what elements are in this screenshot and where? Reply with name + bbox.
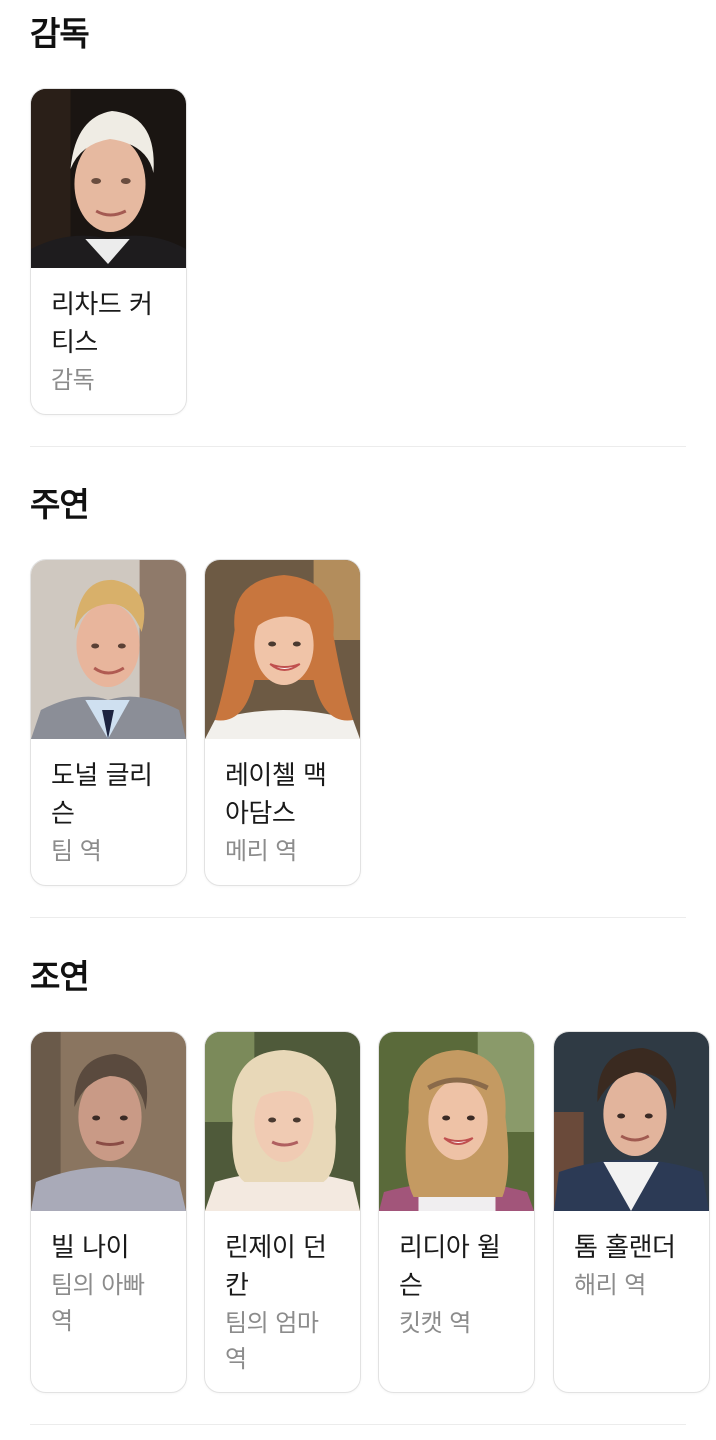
- person-photo: [31, 560, 186, 739]
- person-card-lindsay-duncan[interactable]: 린제이 던 칸 팀의 엄마 역: [204, 1031, 361, 1393]
- person-role: 팀 역: [51, 837, 102, 865]
- person-name: 빌 나이: [51, 1233, 130, 1263]
- section-divider: [30, 1424, 686, 1425]
- person-name: 리차드 커 티스: [51, 290, 153, 358]
- person-card-lydia-wilson[interactable]: 리디아 윌 슨 킷캣 역: [378, 1031, 535, 1393]
- person-role: 메리 역: [225, 837, 297, 865]
- person-role: 해리 역: [574, 1271, 646, 1299]
- person-name: 리디아 윌 슨: [399, 1233, 501, 1301]
- person-card-rachel-mcadams[interactable]: 레이첼 맥 아담스 메리 역: [204, 559, 361, 886]
- person-card-richard-curtis[interactable]: 리차드 커 티스 감독: [30, 88, 187, 415]
- person-role: 감독: [51, 366, 95, 394]
- person-photo: [205, 1032, 360, 1211]
- person-card-bill-nighy[interactable]: 빌 나이 팀의 아빠 역: [30, 1031, 187, 1393]
- person-photo: [554, 1032, 709, 1211]
- section-title-director: 감독: [30, 14, 90, 53]
- person-photo: [31, 89, 186, 268]
- person-name: 레이첼 맥 아담스: [225, 761, 327, 829]
- person-card-domhnall-gleeson[interactable]: 도널 글리 슨 팀 역: [30, 559, 187, 886]
- person-name: 톰 홀랜더: [574, 1233, 676, 1263]
- person-name: 도널 글리 슨: [51, 761, 153, 829]
- person-photo: [205, 560, 360, 739]
- section-title-supporting: 조연: [30, 957, 90, 996]
- section-divider: [30, 917, 686, 918]
- section-divider: [30, 446, 686, 447]
- person-role: 팀의 아빠 역: [51, 1271, 145, 1335]
- person-photo: [31, 1032, 186, 1211]
- person-role: 킷캣 역: [399, 1309, 471, 1337]
- section-title-lead: 주연: [30, 485, 90, 524]
- person-photo: [379, 1032, 534, 1211]
- person-role: 팀의 엄마 역: [225, 1309, 319, 1373]
- person-name: 린제이 던 칸: [225, 1233, 327, 1301]
- person-card-tom-hollander[interactable]: 톰 홀랜더 해리 역: [553, 1031, 710, 1393]
